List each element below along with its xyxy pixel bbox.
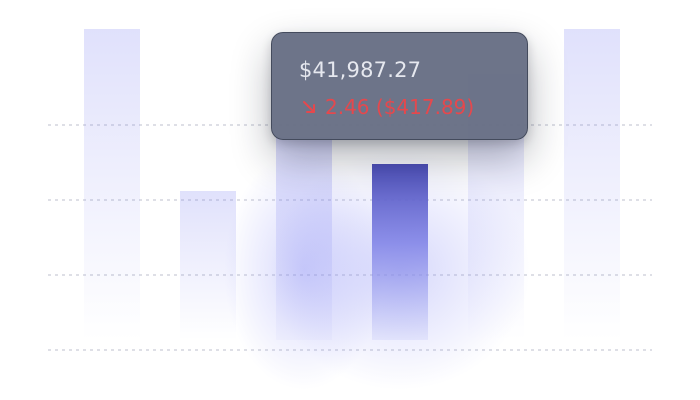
price-tooltip: $41,987.27 2.46 ($417.89) — [271, 32, 528, 140]
arrow-down-right-icon — [303, 101, 315, 113]
bar-highlighted[interactable] — [372, 164, 428, 340]
bar[interactable] — [564, 29, 620, 340]
tooltip-price: $41,987.27 — [299, 58, 422, 82]
bar[interactable] — [276, 137, 332, 340]
bar[interactable] — [84, 29, 140, 340]
bar[interactable] — [180, 191, 236, 340]
tooltip-change: 2.46 ($417.89) — [299, 93, 527, 121]
tooltip-change-value: 2.46 ($417.89) — [325, 95, 475, 119]
